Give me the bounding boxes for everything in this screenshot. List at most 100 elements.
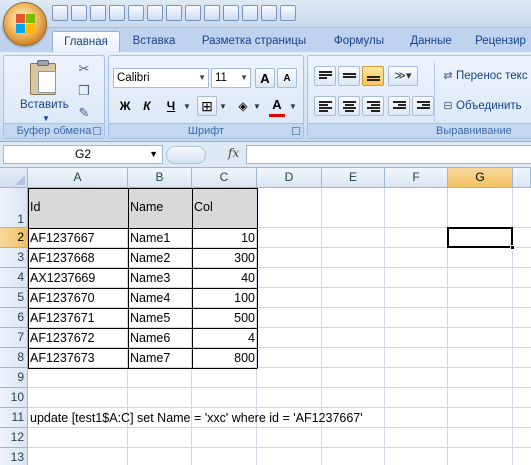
redo-icon[interactable] xyxy=(90,5,106,21)
table-cell[interactable]: AF1237673 xyxy=(28,348,128,368)
align-right-button[interactable] xyxy=(362,96,384,116)
formula-bar-splitter[interactable] xyxy=(166,146,206,164)
merge-icon[interactable]: ⊟ xyxy=(440,98,456,114)
wrap-text-button[interactable]: Перенос текс xyxy=(456,70,528,82)
row-header-3[interactable]: 3 xyxy=(0,248,28,268)
bold-button[interactable]: Ж xyxy=(115,96,135,116)
font-launcher-icon[interactable] xyxy=(292,127,300,135)
copy-icon[interactable]: ❐ xyxy=(76,83,92,99)
table-cell[interactable]: 800 xyxy=(192,348,257,368)
insert-function-button[interactable]: fx xyxy=(228,146,239,160)
row-header-13[interactable]: 13 xyxy=(0,448,28,465)
name-box[interactable]: G2 ▼ xyxy=(3,145,163,164)
row-header-5[interactable]: 5 xyxy=(0,288,28,308)
table-cell[interactable]: Name1 xyxy=(128,228,192,248)
align-top-button[interactable] xyxy=(314,66,336,86)
align-middle-button[interactable] xyxy=(338,66,360,86)
row-header-4[interactable]: 4 xyxy=(0,268,28,288)
tab-home[interactable]: Главная xyxy=(52,31,120,52)
fill-handle[interactable] xyxy=(510,245,515,250)
column-header-d[interactable]: D xyxy=(257,168,322,188)
row-header-12[interactable]: 12 xyxy=(0,428,28,448)
table-cell[interactable]: 500 xyxy=(192,308,257,328)
borders-button[interactable]: ⊞ xyxy=(197,96,217,116)
tab-data[interactable]: Данные xyxy=(402,31,460,52)
active-cell-selection[interactable] xyxy=(447,227,515,250)
table-cell[interactable]: AX1237669 xyxy=(28,268,128,288)
column-header-e[interactable]: E xyxy=(322,168,385,188)
office-button[interactable] xyxy=(3,2,47,46)
merge-button[interactable]: Объединить xyxy=(456,100,522,112)
grow-font-button[interactable]: A xyxy=(255,68,275,88)
border-icon[interactable] xyxy=(242,5,258,21)
table-cell[interactable]: Name4 xyxy=(128,288,192,308)
font-color-button[interactable]: A xyxy=(267,94,287,114)
paste-dropdown-icon[interactable]: ▼ xyxy=(42,114,50,123)
tab-review[interactable]: Рецензир xyxy=(470,31,531,52)
table-cell[interactable]: AF1237671 xyxy=(28,308,128,328)
table-cell[interactable]: 40 xyxy=(192,268,257,288)
underline-dropdown-icon[interactable]: ▼ xyxy=(183,102,191,111)
column-header-f[interactable]: F xyxy=(385,168,448,188)
open-folder-icon[interactable] xyxy=(109,5,125,21)
table-cell[interactable]: Name6 xyxy=(128,328,192,348)
column-header-b[interactable]: B xyxy=(128,168,192,188)
column-header-h[interactable] xyxy=(513,168,531,188)
row-header-11[interactable]: 11 xyxy=(0,408,28,428)
align-bottom-button[interactable] xyxy=(362,66,384,86)
italic-button[interactable]: К xyxy=(137,96,157,116)
table-cell[interactable]: AF1237672 xyxy=(28,328,128,348)
table-cell[interactable]: 100 xyxy=(192,288,257,308)
select-all-button[interactable] xyxy=(0,168,28,188)
tab-formulas[interactable]: Формулы xyxy=(326,31,392,52)
orientation-button[interactable]: ≫▾ xyxy=(388,66,418,86)
grid-icon[interactable] xyxy=(223,5,239,21)
table-cell[interactable]: Name3 xyxy=(128,268,192,288)
fill-dropdown-icon[interactable]: ▼ xyxy=(253,102,261,111)
formula-input[interactable] xyxy=(246,145,531,164)
paste-button[interactable] xyxy=(28,60,60,96)
row-header-9[interactable]: 9 xyxy=(0,368,28,388)
font-color-dropdown-icon[interactable]: ▼ xyxy=(289,102,297,111)
table-cell[interactable]: 10 xyxy=(192,228,257,248)
shape-icon[interactable] xyxy=(280,5,296,21)
column-header-g[interactable]: G xyxy=(448,168,513,188)
header-cell[interactable]: Name xyxy=(128,188,192,228)
row-header-6[interactable]: 6 xyxy=(0,308,28,328)
tab-insert[interactable]: Вставка xyxy=(124,31,184,52)
underline-button[interactable]: Ч xyxy=(161,96,181,116)
format-painter-icon[interactable]: ✎ xyxy=(76,105,92,121)
clipboard-launcher-icon[interactable] xyxy=(93,127,101,135)
row-header-2[interactable]: 2 xyxy=(0,228,28,248)
save-icon[interactable] xyxy=(52,5,68,21)
decrease-indent-button[interactable] xyxy=(388,96,410,116)
undo-icon[interactable] xyxy=(71,5,87,21)
wrap-text-icon[interactable]: ⇄ xyxy=(440,68,456,84)
table-cell[interactable]: 4 xyxy=(192,328,257,348)
filter-icon[interactable] xyxy=(128,5,144,21)
row-header-7[interactable]: 7 xyxy=(0,328,28,348)
table-icon[interactable] xyxy=(185,5,201,21)
sort-icon[interactable] xyxy=(147,5,163,21)
sql-note-cell[interactable]: update [test1$A:C] set Name = 'xxc' wher… xyxy=(28,408,365,428)
cut-icon[interactable]: ✂ xyxy=(76,61,92,77)
chart-icon[interactable] xyxy=(166,5,182,21)
tab-page-layout[interactable]: Разметка страницы xyxy=(192,31,316,52)
increase-indent-button[interactable] xyxy=(412,96,434,116)
paste-label[interactable]: Вставить xyxy=(20,99,69,111)
align-center-button[interactable] xyxy=(338,96,360,116)
header-cell[interactable]: Col xyxy=(192,188,257,228)
header-cell[interactable]: Id xyxy=(28,188,128,228)
row-header-1[interactable]: 1 xyxy=(0,188,28,228)
font-name-select[interactable]: Calibri ▼ xyxy=(113,68,209,88)
table-cell[interactable]: Name2 xyxy=(128,248,192,268)
font-size-select[interactable]: 11 ▼ xyxy=(211,68,251,88)
table-cell[interactable]: AF1237667 xyxy=(28,228,128,248)
table-cell[interactable]: Name7 xyxy=(128,348,192,368)
shrink-font-button[interactable]: A xyxy=(277,68,297,88)
row-header-8[interactable]: 8 xyxy=(0,348,28,368)
table-cell[interactable]: AF1237668 xyxy=(28,248,128,268)
table-cell[interactable]: Name5 xyxy=(128,308,192,328)
column-header-a[interactable]: A xyxy=(28,168,128,188)
row-header-10[interactable]: 10 xyxy=(0,388,28,408)
